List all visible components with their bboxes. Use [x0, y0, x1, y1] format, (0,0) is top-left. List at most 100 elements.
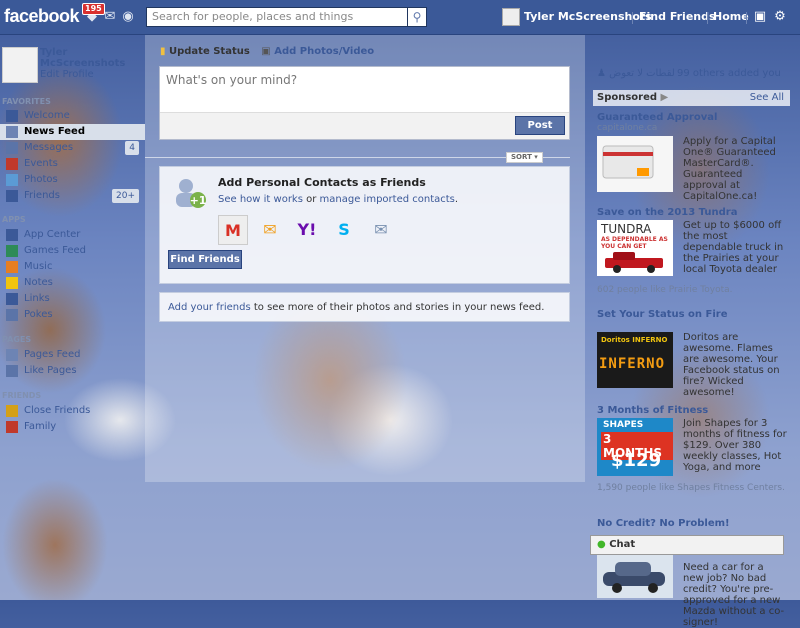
sidebar-item-label: Welcome	[24, 110, 70, 121]
sidebar-item-events[interactable]: Events	[0, 156, 145, 172]
messages-jewel-icon[interactable]: ✉	[102, 9, 118, 25]
ad-title[interactable]: Set Your Status on Fire	[597, 309, 727, 320]
sidebar-item-close-friends[interactable]: Close Friends	[0, 403, 145, 419]
find-friends-link[interactable]: Find Friends	[639, 10, 716, 23]
sidebar-item-pokes[interactable]: Pokes	[0, 307, 145, 323]
sidebar-item-like-pages[interactable]: Like Pages	[0, 363, 145, 379]
ad-title[interactable]: Save on the 2013 Tundra	[597, 207, 737, 218]
tundra-tagline: AS DEPENDABLE AS YOU CAN GET	[601, 236, 668, 250]
welcome-icon	[6, 110, 18, 122]
ad-body: Join Shapes for 3 months of fitness for …	[683, 418, 787, 473]
page-name-link[interactable]: لقطات لا تعوض	[609, 68, 675, 79]
sidebar-item-count: 4	[125, 141, 139, 155]
games-feed-icon	[6, 245, 18, 257]
sidebar-item-label: Music	[24, 261, 53, 272]
add-contacts-subtitle: See how it works or manage imported cont…	[218, 194, 458, 205]
status-composer: What's on your mind? Post	[159, 66, 570, 140]
gmail-icon[interactable]: M	[218, 215, 248, 245]
create-ad-icon[interactable]: ▶	[661, 92, 669, 103]
sidebar-item-games-feed[interactable]: Games Feed	[0, 243, 145, 259]
ad-image-mazda[interactable]	[597, 550, 673, 598]
edit-profile-link[interactable]: Edit Profile	[40, 69, 94, 80]
nav-divider	[632, 12, 633, 24]
ad-title[interactable]: No Credit? No Problem!	[597, 518, 730, 529]
sidebar-item-pages-feed[interactable]: Pages Feed	[0, 347, 145, 363]
ad-image-shapes[interactable]: SHAPES 3 MONTHS $129	[597, 418, 673, 476]
ad-domain: capitalone.ca	[597, 123, 658, 133]
chat-label: Chat	[609, 539, 636, 550]
sidebar-item-links[interactable]: Links	[0, 291, 145, 307]
manage-contacts-link[interactable]: manage imported contacts	[320, 194, 455, 205]
news-feed-icon	[6, 126, 18, 138]
others-added-link[interactable]: 99 others added you	[677, 68, 781, 79]
sidebar-item-label: App Center	[24, 229, 81, 240]
sponsored-label: Sponsored	[597, 92, 658, 103]
settings-gear-icon[interactable]: ⚙	[772, 9, 788, 25]
add-your-friends-link[interactable]: Add your friends	[168, 302, 251, 313]
add-friends-text: to see more of their photos and stories …	[250, 302, 545, 313]
ad-image-tundra[interactable]: TUNDRA AS DEPENDABLE AS YOU CAN GET	[597, 220, 673, 276]
find-friends-button[interactable]: Find Friends	[168, 250, 242, 269]
update-status-icon: ▮	[160, 46, 166, 57]
ad-body: Apply for a Capital One® Guaranteed Mast…	[683, 136, 776, 202]
email-icon[interactable]: ✉	[366, 215, 396, 245]
favorites-heading: FAVORITES	[2, 97, 51, 106]
sidebar-item-photos[interactable]: Photos	[0, 172, 145, 188]
right-column: ♟ لقطات لا تعوض 99 others added you Spon…	[593, 35, 790, 628]
home-link[interactable]: Home	[713, 10, 749, 23]
composer-toolbar: Post	[160, 112, 569, 139]
shapes-brand: SHAPES	[603, 420, 644, 430]
search-input[interactable]: Search for people, places and things	[146, 7, 408, 27]
sidebar-item-label: Friends	[24, 190, 60, 201]
chat-tab[interactable]: ● Chat	[590, 535, 784, 555]
shapes-price: $129	[611, 450, 662, 471]
facebook-logo[interactable]: facebook	[4, 6, 80, 27]
notifications-globe-icon[interactable]: ◉	[120, 9, 136, 25]
links-icon	[6, 293, 18, 305]
sidebar-item-friends[interactable]: Friends 20+	[0, 188, 145, 204]
sidebar-item-label: Pokes	[24, 309, 53, 320]
sidebar-item-welcome[interactable]: Welcome	[0, 108, 145, 124]
add-photos-tab[interactable]: Add Photos/Video	[274, 46, 374, 57]
update-status-tab[interactable]: Update Status	[169, 46, 250, 57]
app-center-icon	[6, 229, 18, 241]
ad-image-credit-card[interactable]	[597, 136, 673, 192]
friends-icon	[6, 190, 18, 202]
sidebar-item-notes[interactable]: Notes	[0, 275, 145, 291]
family-icon	[6, 421, 18, 433]
add-friends-bar: Add your friends to see more of their ph…	[159, 292, 570, 322]
see-all-link[interactable]: See All	[750, 90, 784, 106]
sidebar-item-music[interactable]: Music	[0, 259, 145, 275]
status-input[interactable]: What's on your mind?	[166, 73, 297, 87]
sponsored-header: Sponsored ▶ See All	[593, 90, 790, 106]
sidebar-item-label: Like Pages	[24, 365, 77, 376]
period-text: .	[454, 194, 459, 205]
sidebar-item-news-feed[interactable]: News Feed	[0, 124, 145, 140]
ad-social-context: 1,590 people like Shapes Fitness Centers…	[597, 483, 785, 493]
yahoo-icon[interactable]: Y!	[292, 215, 322, 245]
apps-heading: APPS	[2, 215, 26, 224]
see-how-link[interactable]: See how it works	[218, 194, 303, 205]
sort-dropdown[interactable]: SORT ▾	[506, 152, 543, 163]
search-icon[interactable]: ⚲	[407, 7, 427, 27]
nav-divider	[707, 12, 708, 24]
sidebar-item-messages[interactable]: Messages 4	[0, 140, 145, 156]
sidebar-item-family[interactable]: Family	[0, 419, 145, 435]
ad-title[interactable]: 3 Months of Fitness	[597, 405, 708, 416]
skype-icon[interactable]: S	[329, 215, 359, 245]
post-button[interactable]: Post	[515, 116, 565, 135]
add-contacts-icon: +1	[172, 175, 208, 211]
privacy-shortcuts-icon[interactable]: ▣	[752, 9, 768, 25]
user-avatar-small[interactable]	[502, 8, 520, 26]
hotmail-icon[interactable]: ✉	[255, 215, 285, 245]
sidebar-item-app-center[interactable]: App Center	[0, 227, 145, 243]
pages-heading: PAGES	[2, 335, 32, 344]
profile-name-link[interactable]: Tyler McScreenshots Edit Profile	[40, 47, 135, 80]
profile-name-text[interactable]: Tyler McScreenshots	[40, 47, 125, 69]
ad-image-doritos[interactable]: Doritos INFERNO INFERNO	[597, 332, 673, 388]
ad-social-context: 602 people like Prairie Toyota.	[597, 285, 733, 295]
profile-picture[interactable]	[2, 47, 38, 83]
events-icon	[6, 158, 18, 170]
ad-title[interactable]: Guaranteed Approval	[597, 112, 717, 123]
sidebar-item-label: Events	[24, 158, 58, 169]
